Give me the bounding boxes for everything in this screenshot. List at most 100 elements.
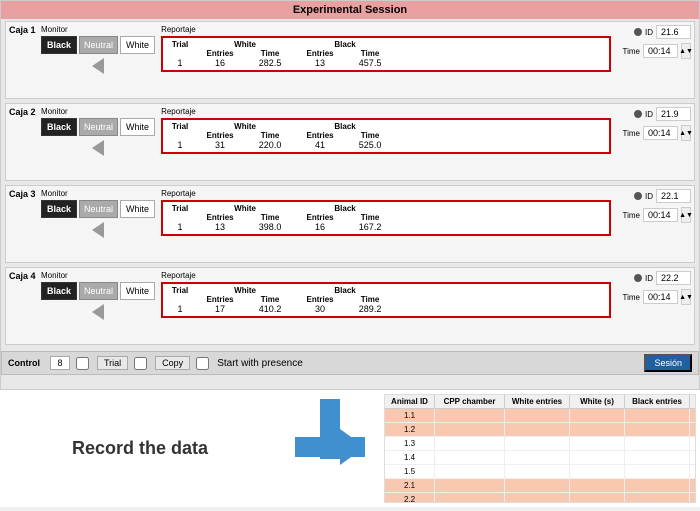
table-row: 1.2 2 [385,423,695,437]
table-row: 2.2 7 [385,493,695,503]
btn-black-1[interactable]: Black [41,36,77,54]
data-table-2: Trial White Entries Time Black [161,118,611,154]
monitor-arrow-3 [41,222,155,238]
monitor-section-3: Monitor Black Neutral White [41,189,155,238]
data-table-4: Trial White Entries Time Black [161,282,611,318]
data-row-2: 1 31 220.0 41 525.0 [165,140,607,150]
id-value-3: 22.1 [656,189,691,203]
cage-label-3: Caja 3 [9,189,37,199]
table-row: 1.3 3 [385,437,695,451]
copy-checkbox[interactable] [134,357,147,370]
main-container: Experimental Session Caja 1 Monitor Blac… [0,0,700,511]
table-header-3: Trial White Entries Time Black [165,204,607,222]
th-trial-2: Trial [165,122,195,140]
btn-white-4[interactable]: White [120,282,155,300]
cage-row-2: Caja 2 Monitor Black Neutral White Repor… [5,103,695,181]
monitor-buttons-1: Black Neutral White [41,36,155,54]
start-label: Start with presence [217,358,303,369]
monitor-arrow-1 [41,58,155,74]
reportaje-label-3: Reportaje [161,189,611,198]
time-value-1: 00:14 [643,44,678,58]
table-row: 1.1 1 [385,409,695,423]
cage-row-3: Caja 3 Monitor Black Neutral White Repor… [5,185,695,263]
btn-black-4[interactable]: Black [41,282,77,300]
th-black-4: Black Entries Time [295,286,395,304]
btn-black-3[interactable]: Black [41,200,77,218]
time-row-1: Time 00:14 ▲▼ [623,43,691,59]
btn-white-1[interactable]: White [120,36,155,54]
time-row-3: Time 00:14 ▲▼ [623,207,691,223]
title-bar: Experimental Session [1,1,699,19]
bottom-section: Record the data Animal ID CPP chamber Wh… [0,390,700,507]
arrow-left-icon-4 [92,304,104,320]
spin-btn-4[interactable]: ▲▼ [681,289,691,305]
th-white-4: White Entries Time [195,286,295,304]
reportaje-section-1: Reportaje Trial White Entries Time [161,25,611,72]
btn-white-2[interactable]: White [120,118,155,136]
th-black-3: Black Entries Time [295,204,395,222]
arrow-left-icon-2 [92,140,104,156]
reportaje-label-1: Reportaje [161,25,611,34]
th-white-entries: White entries [505,395,570,408]
table-header-4: Trial White Entries Time Black [165,286,607,304]
btn-neutral-2[interactable]: Neutral [79,118,118,136]
data-table-1: Trial White Entries Time Black [161,36,611,72]
monitor-buttons-3: Black Neutral White [41,200,155,218]
th-white-s: White (s) [570,395,625,408]
monitor-section-2: Monitor Black Neutral White [41,107,155,156]
btn-neutral-3[interactable]: Neutral [79,200,118,218]
th-black-entries: Black entries [625,395,690,408]
results-table-section: Animal ID CPP chamber White entries Whit… [384,394,696,503]
th-cpp-chamber: CPP chamber [435,395,505,408]
monitor-label-3: Monitor [41,189,155,198]
table-row: 1.5 5 [385,465,695,479]
start-checkbox[interactable] [196,357,209,370]
reportaje-section-4: Reportaje Trial White Entries Time [161,271,611,318]
th-trial-3: Trial [165,204,195,222]
th-animal-id: Animal ID [385,395,435,408]
monitor-label-2: Monitor [41,107,155,116]
th-white-1: White Entries Time [195,40,295,58]
btn-neutral-4[interactable]: Neutral [79,282,118,300]
arrow-left-icon-1 [92,58,104,74]
dot-indicator-2 [634,110,642,118]
trial-checkbox[interactable] [76,357,89,370]
th-black-1: Black Entries Time [295,40,395,58]
monitor-section-4: Monitor Black Neutral White [41,271,155,320]
control-label: Control [8,358,40,368]
btn-neutral-1[interactable]: Neutral [79,36,118,54]
cage-row-1: Caja 1 Monitor Black Neutral White Repor… [5,21,695,99]
spin-btn-1[interactable]: ▲▼ [681,43,691,59]
table-row: 2.1 6 [385,479,695,493]
monitor-arrow-4 [41,304,155,320]
data-table-3: Trial White Entries Time Black [161,200,611,236]
cage-row-4: Caja 4 Monitor Black Neutral White Repor… [5,267,695,345]
trial-button[interactable]: Trial [97,356,128,370]
time-row-2: Time 00:14 ▲▼ [623,125,691,141]
btn-black-2[interactable]: Black [41,118,77,136]
cage-label-2: Caja 2 [9,107,37,117]
monitor-buttons-4: Black Neutral White [41,282,155,300]
time-value-3: 00:14 [643,208,678,222]
id-value-1: 21.6 [656,25,691,39]
record-text: Record the data [72,438,208,459]
btn-white-3[interactable]: White [120,200,155,218]
control-num-input[interactable] [50,356,70,370]
monitor-buttons-2: Black Neutral White [41,118,155,136]
cages-area: Caja 1 Monitor Black Neutral White Repor… [1,19,699,351]
id-section-2: ID 21.9 Time 00:14 ▲▼ [611,107,691,141]
dot-indicator-1 [634,28,642,36]
id-row-2: ID 21.9 [634,107,691,121]
spin-btn-2[interactable]: ▲▼ [681,125,691,141]
data-row-3: 1 13 398.0 16 167.2 [165,222,607,232]
reportaje-label-4: Reportaje [161,271,611,280]
time-row-4: Time 00:14 ▲▼ [623,289,691,305]
session-button[interactable]: Sesión [644,354,692,372]
table-row: 1.4 4 [385,451,695,465]
monitor-section-1: Monitor Black Neutral White [41,25,155,74]
spin-btn-3[interactable]: ▲▼ [681,207,691,223]
th-white-3: White Entries Time [195,204,295,222]
time-value-4: 00:14 [643,290,678,304]
copy-button[interactable]: Copy [155,356,190,370]
data-row-4: 1 17 410.2 30 289.2 [165,304,607,314]
